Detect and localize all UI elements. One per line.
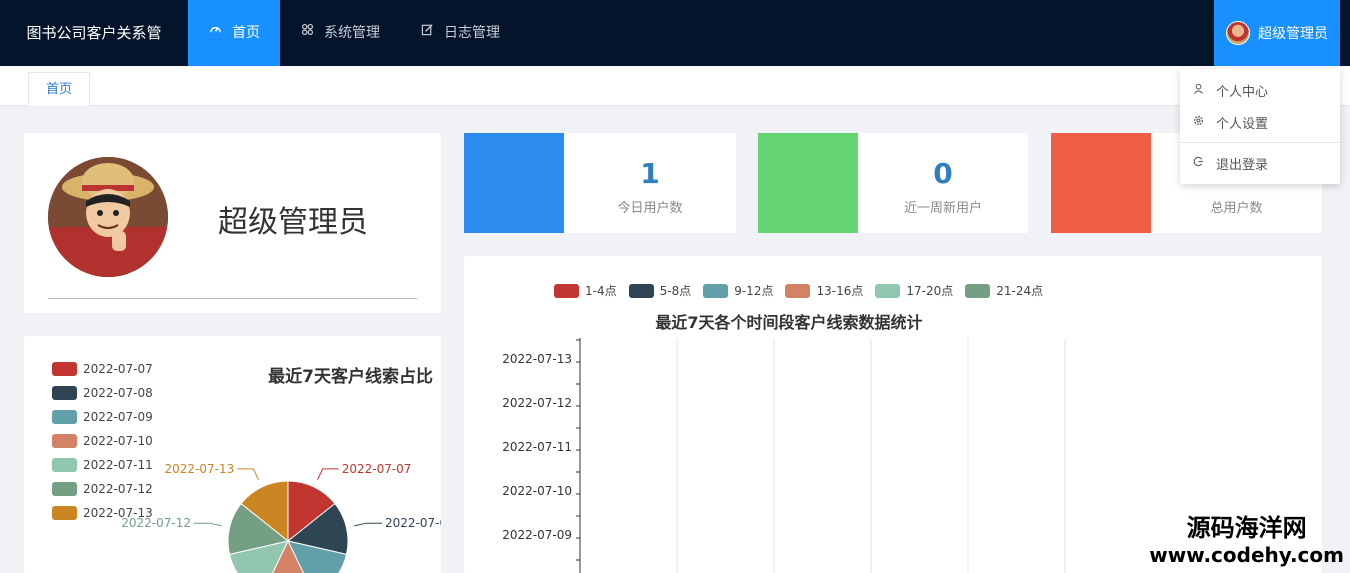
avatar — [1226, 21, 1250, 45]
pie-label-line — [317, 468, 339, 480]
stat-card-week-new-users: 0 近一周新用户 — [758, 133, 1028, 233]
stat-color-block — [1051, 133, 1151, 233]
pie-label-line — [354, 522, 382, 527]
edit-icon — [420, 0, 434, 66]
pie-chart-card: 2022-07-07 2022-07-08 2022-07-09 2022-07-10… — [24, 336, 441, 573]
menu-item-label: 退出登录 — [1216, 157, 1269, 173]
dashboard-icon — [208, 0, 222, 66]
y-axis-tick-label: 2022-07-10 — [502, 484, 572, 498]
stat-value: 1 — [640, 157, 660, 190]
menu-item-profile[interactable]: 个人中心 — [1180, 75, 1340, 105]
stat-value: 0 — [933, 157, 953, 190]
user-menu-trigger[interactable]: 超级管理员 — [1214, 0, 1340, 66]
pie-slice-label: 2022-07-13 — [165, 462, 235, 476]
stat-label: 总用户数 — [1210, 201, 1263, 216]
y-axis-tick-label: 2022-07-12 — [502, 396, 572, 410]
pie-slice-label: 2022-07-07 — [342, 462, 412, 476]
profile-name: 超级管理员 — [218, 205, 368, 240]
y-axis-tick-label: 2022-07-13 — [502, 352, 572, 366]
stat-label: 近一周新用户 — [903, 201, 982, 216]
divider — [48, 298, 417, 299]
nav-item-home[interactable]: 首页 — [188, 0, 280, 66]
nav-item-log[interactable]: 日志管理 — [400, 0, 520, 66]
tab-bar: 首页 — [0, 66, 1350, 106]
nav-item-label: 首页 — [232, 25, 260, 41]
pie-slice-label: 2022-07-08 — [385, 516, 441, 530]
grid-icon — [300, 0, 314, 66]
watermark-line-1: 源码海洋网 — [1186, 514, 1307, 542]
pie-chart: 2022-07-07 2022-07-08 2022-07-12 2022-07-13 — [121, 462, 441, 573]
nav-item-label: 系统管理 — [324, 25, 380, 41]
pie-label-line — [237, 468, 259, 480]
user-dropdown-menu: 个人中心 个人设置 退出登录 — [1180, 69, 1340, 184]
pie-label-line — [194, 522, 222, 527]
menu-item-label: 个人设置 — [1216, 116, 1269, 132]
user-icon — [1192, 83, 1204, 97]
divider — [1180, 142, 1340, 143]
stat-label: 今日用户数 — [617, 201, 683, 216]
menu-item-logout[interactable]: 退出登录 — [1180, 148, 1340, 178]
menu-item-settings[interactable]: 个人设置 — [1180, 107, 1340, 137]
watermark: 源码海洋网 www.codehy.com — [1149, 508, 1344, 567]
top-nav-bar: 图书公司客户关系管 首页 系统管理 日志管理 超级管理员 — [0, 0, 1350, 66]
y-axis-tick-label: 2022-07-11 — [502, 440, 572, 454]
watermark-line-2: www.codehy.com — [1149, 543, 1344, 567]
nav-item-system[interactable]: 系统管理 — [280, 0, 400, 66]
profile-card: 超级管理员 — [24, 133, 441, 313]
stat-card-today-users: 1 今日用户数 — [464, 133, 736, 233]
profile-avatar — [48, 157, 168, 277]
nav-item-label: 日志管理 — [444, 25, 500, 41]
logout-icon — [1192, 156, 1204, 170]
gear-icon — [1192, 115, 1204, 129]
user-name: 超级管理员 — [1258, 26, 1328, 42]
stat-color-block — [464, 133, 564, 233]
stat-color-block — [758, 133, 858, 233]
y-axis-tick-label: 2022-07-09 — [502, 528, 572, 542]
menu-item-label: 个人中心 — [1216, 84, 1269, 100]
pie-slice-label: 2022-07-12 — [121, 516, 191, 530]
app-title: 图书公司客户关系管 — [26, 24, 162, 42]
tab-home[interactable]: 首页 — [28, 72, 90, 106]
